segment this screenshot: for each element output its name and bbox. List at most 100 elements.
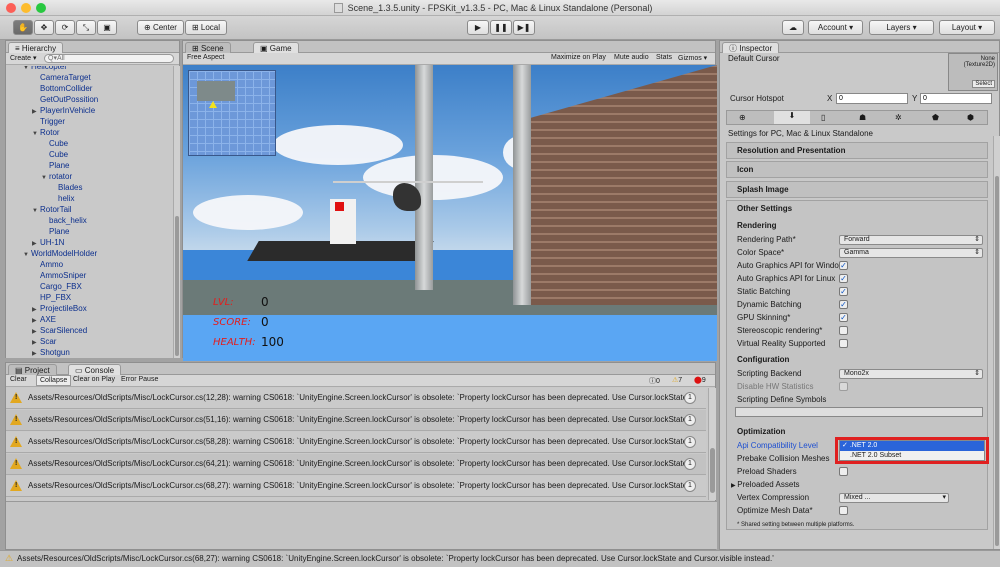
scale-tool-button[interactable]: ⤡ [76,20,96,35]
pause-button[interactable]: ❚❚ [490,20,512,35]
inspector-scrollbar[interactable] [993,136,1000,549]
foldout-arrow-icon[interactable]: ▼ [23,66,31,74]
console-message-row[interactable]: Assets/Resources/OldScripts/Misc/LockCur… [6,410,706,431]
info-count-toggle[interactable]: ⓘ0 [649,376,660,386]
hierarchy-item[interactable]: Cube [41,149,68,160]
create-dropdown[interactable]: Create ▾ [10,54,36,62]
hierarchy-scroll-thumb[interactable] [175,216,179,356]
scripting-backend-dropdown[interactable]: Mono2x ⇕ [839,369,983,379]
game-viewport[interactable]: LVL: 0 SCORE: 0 HEALTH: 100 [183,65,717,361]
hierarchy-item[interactable]: GetOutPossition [32,94,98,105]
hierarchy-item[interactable]: back_helix [41,215,87,226]
clear-on-play-toggle[interactable]: Clear on Play [73,376,115,383]
hierarchy-item[interactable]: ▶ Shotgun [32,347,70,358]
hierarchy-item[interactable]: ▶ Scar [32,336,56,347]
rect-tool-button[interactable]: ▣ [97,20,117,35]
tab-project[interactable]: ▤ Project [8,364,57,375]
clear-button[interactable]: Clear [10,376,27,383]
foldout-arrow-icon[interactable]: ▼ [32,206,40,217]
foldout-arrow-icon[interactable]: ▶ [32,349,40,358]
layout-dropdown[interactable]: Layout ▾ [939,20,995,35]
dynamic-batching-checkbox[interactable]: ✓ [839,300,848,309]
step-button[interactable]: ▶❚ [513,20,535,35]
mobile-icon[interactable]: ▯ [821,113,825,122]
error-pause-toggle[interactable]: Error Pause [121,376,158,383]
aspect-dropdown[interactable]: Free Aspect [187,54,224,61]
cloud-button[interactable]: ☁ [782,20,804,35]
hierarchy-item[interactable]: Blades [50,182,82,193]
foldout-arrow-icon[interactable]: ▼ [23,250,31,261]
collapse-toggle[interactable]: Collapse [36,375,72,386]
color-space-dropdown[interactable]: Gamma ⇕ [839,248,983,258]
tab-inspector[interactable]: ⓘ Inspector [722,42,780,53]
inspector-scroll-thumb[interactable] [995,176,999,546]
hierarchy-item[interactable]: ▼ rotator [41,171,72,182]
hierarchy-item[interactable]: Cube [41,138,68,149]
hierarchy-item[interactable]: CameraTarget [32,72,91,83]
foldout-arrow-icon[interactable]: ▼ [32,129,40,140]
auto-graphics-linux-checkbox[interactable]: ✓ [839,274,848,283]
hierarchy-item[interactable]: Trigger [32,116,65,127]
hotspot-x-field[interactable] [836,93,908,104]
minimize-window-button[interactable] [21,3,31,13]
rendering-path-dropdown[interactable]: Forward ⇕ [839,235,983,245]
move-tool-button[interactable]: ✥ [34,20,54,35]
console-message-row[interactable]: Assets/Resources/OldScripts/Misc/LockCur… [6,476,706,497]
optimize-mesh-checkbox[interactable] [839,506,848,515]
play-button[interactable]: ▶ [467,20,489,35]
tab-game[interactable]: ▣ Game [253,42,299,53]
gear-icon[interactable]: ✲ [895,113,902,122]
preloaded-assets-foldout[interactable]: ▶ Preloaded Assets [731,479,800,490]
vr-supported-checkbox[interactable] [839,339,848,348]
hierarchy-item[interactable]: AmmoSniper [32,270,86,281]
resolution-section[interactable]: Resolution and Presentation [726,142,988,159]
error-count-toggle[interactable]: ⬤9 [694,376,706,384]
html5-icon[interactable]: ⬟ [932,113,939,122]
hierarchy-item[interactable]: helix [50,193,74,204]
hierarchy-scrollbar[interactable] [173,66,180,358]
hierarchy-item[interactable]: ▶ ScarSilenced [32,325,87,336]
hierarchy-item[interactable]: Cargo_FBX [32,281,82,292]
hierarchy-item[interactable]: ▼ WorldModelHolder [23,248,97,259]
icon-section[interactable]: Icon [726,161,988,178]
vertex-compression-dropdown[interactable]: Mixed ... ▾ [839,493,949,503]
hierarchy-item[interactable]: ▼ Rotor [32,127,60,138]
mute-audio-toggle[interactable]: Mute audio [614,54,649,61]
cube-icon[interactable]: ⬢ [967,113,974,122]
download-icon[interactable]: ⬇ [774,111,810,124]
zoom-window-button[interactable] [36,3,46,13]
maximize-on-play-toggle[interactable]: Maximize on Play [551,54,606,61]
api-option-net20-subset[interactable]: .NET 2.0 Subset [840,451,984,461]
console-message-row[interactable]: Assets/Resources/OldScripts/Misc/LockCur… [6,454,706,475]
hierarchy-item[interactable]: ▶ UH-1N [32,237,64,248]
gpu-skinning-checkbox[interactable]: ✓ [839,313,848,322]
api-compat-dropdown-menu[interactable]: ✓ .NET 2.0 .NET 2.0 Subset [839,440,985,461]
hierarchy-item[interactable]: ▼ RotorTail [32,204,72,215]
android-icon[interactable]: ☗ [859,113,866,122]
static-batching-checkbox[interactable]: ✓ [839,287,848,296]
splash-section[interactable]: Splash Image [726,181,988,198]
other-settings-header[interactable]: Other Settings [737,204,792,213]
hand-tool-button[interactable]: ✋ [13,20,33,35]
auto-graphics-windows-checkbox[interactable]: ✓ [839,261,848,270]
hierarchy-item[interactable]: Plane [41,160,69,171]
pivot-local-button[interactable]: ⊞ Local [185,20,227,35]
define-symbols-field[interactable] [735,407,983,417]
hierarchy-item[interactable]: BottomCollider [32,83,92,94]
foldout-arrow-icon[interactable]: ▼ [41,173,49,184]
hierarchy-item[interactable]: HP_FBX [32,292,71,303]
texture-slot[interactable]: None (Texture2D) Select [948,53,998,91]
hierarchy-item[interactable]: ▶ PlayerInVehicle [32,105,95,116]
console-message-row[interactable]: Assets/Resources/OldScripts/Misc/LockCur… [6,432,706,453]
hierarchy-item[interactable]: ▶ AXE [32,314,56,325]
warning-count-toggle[interactable]: ⚠7 [672,376,682,384]
stats-toggle[interactable]: Stats [656,54,672,61]
account-dropdown[interactable]: Account ▾ [808,20,863,35]
close-window-button[interactable] [6,3,16,13]
console-message-row[interactable]: Assets/Resources/OldScripts/Misc/LockCur… [6,388,706,409]
status-message[interactable]: Assets/Resources/OldScripts/Misc/LockCur… [17,554,774,563]
tab-hierarchy[interactable]: ≡ Hierarchy [8,42,64,53]
globe-icon[interactable]: ⊕ [739,113,746,122]
tab-console[interactable]: ▭ Console [68,364,122,375]
stereo-rendering-checkbox[interactable] [839,326,848,335]
